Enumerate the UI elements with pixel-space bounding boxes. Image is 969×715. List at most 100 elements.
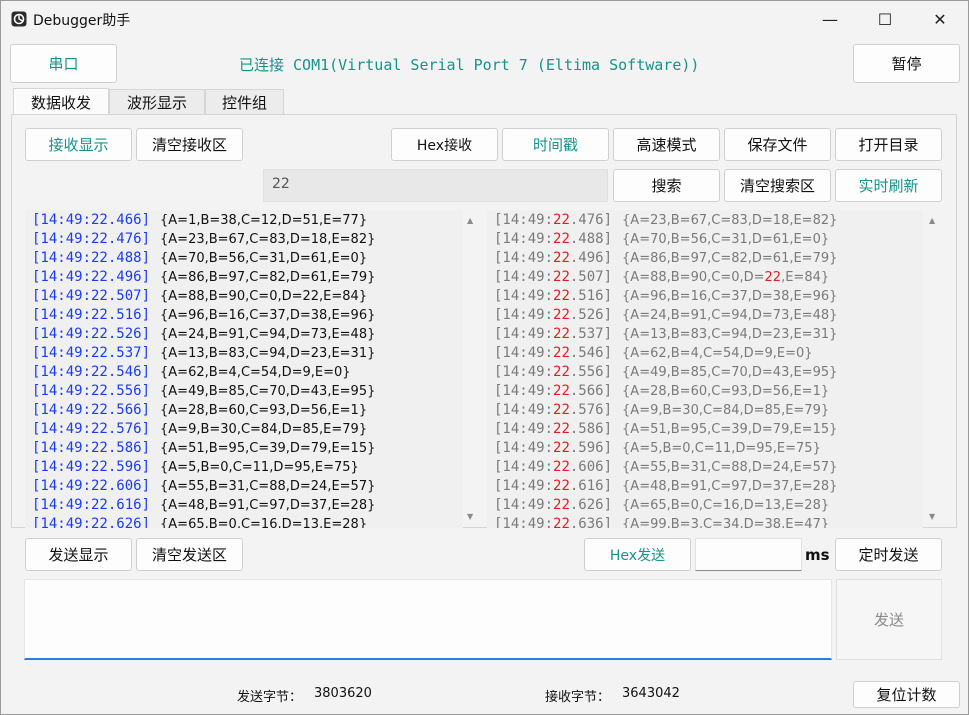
search-input[interactable]: 22: [263, 169, 608, 202]
timer-interval-input[interactable]: [695, 538, 802, 571]
search-result-line: [14:49:22.537] {A=13,B=83,C=94,D=23,E=31}: [494, 325, 923, 344]
scroll-up-icon[interactable]: ▲: [929, 216, 935, 225]
close-button[interactable]: ✕: [917, 1, 963, 37]
send-button[interactable]: 发送: [836, 579, 942, 660]
timestamp-part: [14:49:: [494, 516, 554, 528]
log-timestamp: [14:49:22.596]: [32, 459, 151, 475]
timestamp-button[interactable]: 时间戳: [502, 128, 609, 161]
minimize-icon: —: [822, 9, 838, 29]
log-data: {A=24,B=91,C=94,D=73,E=48}: [160, 327, 376, 342]
search-match-highlight: 22: [553, 212, 570, 228]
log-timestamp: [14:49:22.546]: [32, 364, 151, 380]
log-timestamp: [14:49:22.606]: [494, 459, 612, 475]
search-match-highlight: 22: [553, 421, 570, 437]
data-part: {A=99,B=3,C=34,D=38,E=47}: [622, 517, 830, 528]
search-match-highlight: 22: [553, 459, 570, 475]
timed-send-button[interactable]: 定时发送: [835, 538, 942, 571]
log-data: {A=55,B=31,C=88,D=24,E=57}: [622, 460, 837, 475]
timestamp-part: .616]: [569, 478, 613, 494]
hex-receive-button[interactable]: Hex接收: [391, 128, 498, 161]
tab-data-transfer[interactable]: 数据收发: [13, 88, 109, 116]
live-refresh-button[interactable]: 实时刷新: [835, 169, 942, 202]
search-result-line: [14:49:22.586] {A=51,B=95,C=39,D=79,E=15}: [494, 420, 923, 439]
save-file-button[interactable]: 保存文件: [724, 128, 831, 161]
search-result-line: [14:49:22.626] {A=65,B=0,C=16,D=13,E=28}: [494, 496, 923, 515]
search-result-line: [14:49:22.606] {A=55,B=31,C=88,D=24,E=57}: [494, 458, 923, 477]
log-data: {A=70,B=56,C=31,D=61,E=0}: [160, 251, 368, 266]
data-part: {A=24,B=91,C=94,D=73,E=48}: [622, 308, 838, 323]
receive-log-line: [14:49:22.596] {A=5,B=0,C=11,D=95,E=75}: [32, 458, 463, 477]
high-speed-button[interactable]: 高速模式: [613, 128, 720, 161]
tab-waveform[interactable]: 波形显示: [109, 89, 205, 115]
data-part: {A=5,B=0,C=11,D=95,E=75}: [622, 441, 821, 456]
receive-log-line: [14:49:22.496] {A=86,B=97,C=82,D=61,E=79}: [32, 268, 463, 287]
log-timestamp: [14:49:22.626]: [494, 497, 612, 513]
receive-log-line: [14:49:22.476] {A=23,B=67,C=83,D=18,E=82}: [32, 230, 463, 249]
timestamp-part: .606]: [569, 459, 613, 475]
timestamp-part: .576]: [569, 402, 613, 418]
clear-send-button[interactable]: 清空发送区: [136, 538, 243, 571]
data-part: {A=55,B=31,C=88,D=24,E=57}: [622, 460, 838, 475]
tab-widgets[interactable]: 控件组: [205, 89, 284, 115]
scroll-down-icon[interactable]: ▼: [467, 512, 473, 521]
log-timestamp: [14:49:22.596]: [494, 440, 612, 456]
maximize-icon: ☐: [877, 9, 893, 29]
log-data: {A=48,B=91,C=97,D=37,E=28}: [160, 498, 376, 513]
scroll-down-icon[interactable]: ▼: [929, 512, 935, 521]
search-match-highlight: 22: [553, 269, 570, 285]
timestamp-part: .586]: [569, 421, 613, 437]
log-data: {A=9,B=30,C=84,D=85,E=79}: [622, 403, 829, 418]
log-data: {A=23,B=67,C=83,D=18,E=82}: [622, 213, 837, 228]
log-data: {A=86,B=97,C=82,D=61,E=79}: [160, 270, 376, 285]
show-send-button[interactable]: 发送显示: [25, 538, 132, 571]
data-part: {A=28,B=60,C=93,D=56,E=1}: [622, 384, 830, 399]
send-input[interactable]: [24, 579, 832, 660]
minimize-button[interactable]: —: [807, 1, 853, 37]
clear-receive-button[interactable]: 清空接收区: [136, 128, 243, 161]
search-match-highlight: 22: [553, 383, 570, 399]
log-data: {A=13,B=83,C=94,D=23,E=31}: [622, 327, 837, 342]
log-data: {A=96,B=16,C=37,D=38,E=96}: [160, 308, 376, 323]
search-log-scrollbar[interactable]: ▲ ▼: [925, 210, 941, 528]
search-match-highlight: 22: [553, 440, 570, 456]
log-data: {A=70,B=56,C=31,D=61,E=0}: [622, 232, 829, 247]
timestamp-part: .476]: [569, 212, 613, 228]
receive-log[interactable]: [14:49:22.466] {A=1,B=38,C=12,D=51,E=77}[…: [25, 210, 463, 528]
receive-log-line: [14:49:22.576] {A=9,B=30,C=84,D=85,E=79}: [32, 420, 463, 439]
search-result-line: [14:49:22.596] {A=5,B=0,C=11,D=95,E=75}: [494, 439, 923, 458]
search-result-log[interactable]: [14:49:22.476] {A=23,B=67,C=83,D=18,E=82}…: [487, 210, 923, 528]
timestamp-part: .537]: [569, 326, 613, 342]
sent-bytes-value: 3803620: [314, 686, 372, 701]
log-data: {A=88,B=90,C=0,D=22,E=84}: [622, 270, 829, 285]
maximize-button[interactable]: ☐: [862, 1, 908, 37]
timestamp-part: [14:49:: [494, 402, 554, 418]
ms-unit-label: ms: [805, 546, 830, 564]
data-part: {A=9,B=30,C=84,D=85,E=79}: [622, 403, 830, 418]
reset-count-button[interactable]: 复位计数: [853, 681, 960, 708]
open-directory-button[interactable]: 打开目录: [835, 128, 942, 161]
log-data: {A=24,B=91,C=94,D=73,E=48}: [622, 308, 837, 323]
search-result-line: [14:49:22.476] {A=23,B=67,C=83,D=18,E=82}: [494, 211, 923, 230]
receive-log-scrollbar[interactable]: ▲ ▼: [463, 210, 479, 528]
log-data: {A=5,B=0,C=11,D=95,E=75}: [160, 460, 359, 475]
search-button[interactable]: 搜索: [613, 169, 720, 202]
timestamp-part: .546]: [569, 345, 613, 361]
scroll-up-icon[interactable]: ▲: [467, 216, 473, 225]
clear-search-button[interactable]: 清空搜索区: [724, 169, 831, 202]
log-timestamp: [14:49:22.586]: [494, 421, 612, 437]
data-part: {A=96,B=16,C=37,D=38,E=96}: [622, 289, 838, 304]
log-data: {A=65,B=0,C=16,D=13,E=28}: [622, 498, 829, 513]
log-timestamp: [14:49:22.546]: [494, 345, 612, 361]
hex-send-button[interactable]: Hex发送: [584, 538, 691, 571]
show-receive-button[interactable]: 接收显示: [25, 128, 132, 161]
receive-log-line: [14:49:22.488] {A=70,B=56,C=31,D=61,E=0}: [32, 249, 463, 268]
app-logo-icon: [11, 11, 27, 27]
search-match-highlight: 22: [553, 516, 570, 528]
serial-port-button[interactable]: 串口: [10, 44, 117, 83]
log-timestamp: [14:49:22.566]: [494, 383, 612, 399]
log-data: {A=96,B=16,C=37,D=38,E=96}: [622, 289, 837, 304]
data-part: {A=88,B=90,C=0,D=: [622, 270, 765, 285]
log-data: {A=28,B=60,C=93,D=56,E=1}: [160, 403, 368, 418]
pause-button[interactable]: 暂停: [853, 44, 960, 83]
timestamp-part: [14:49:: [494, 364, 554, 380]
